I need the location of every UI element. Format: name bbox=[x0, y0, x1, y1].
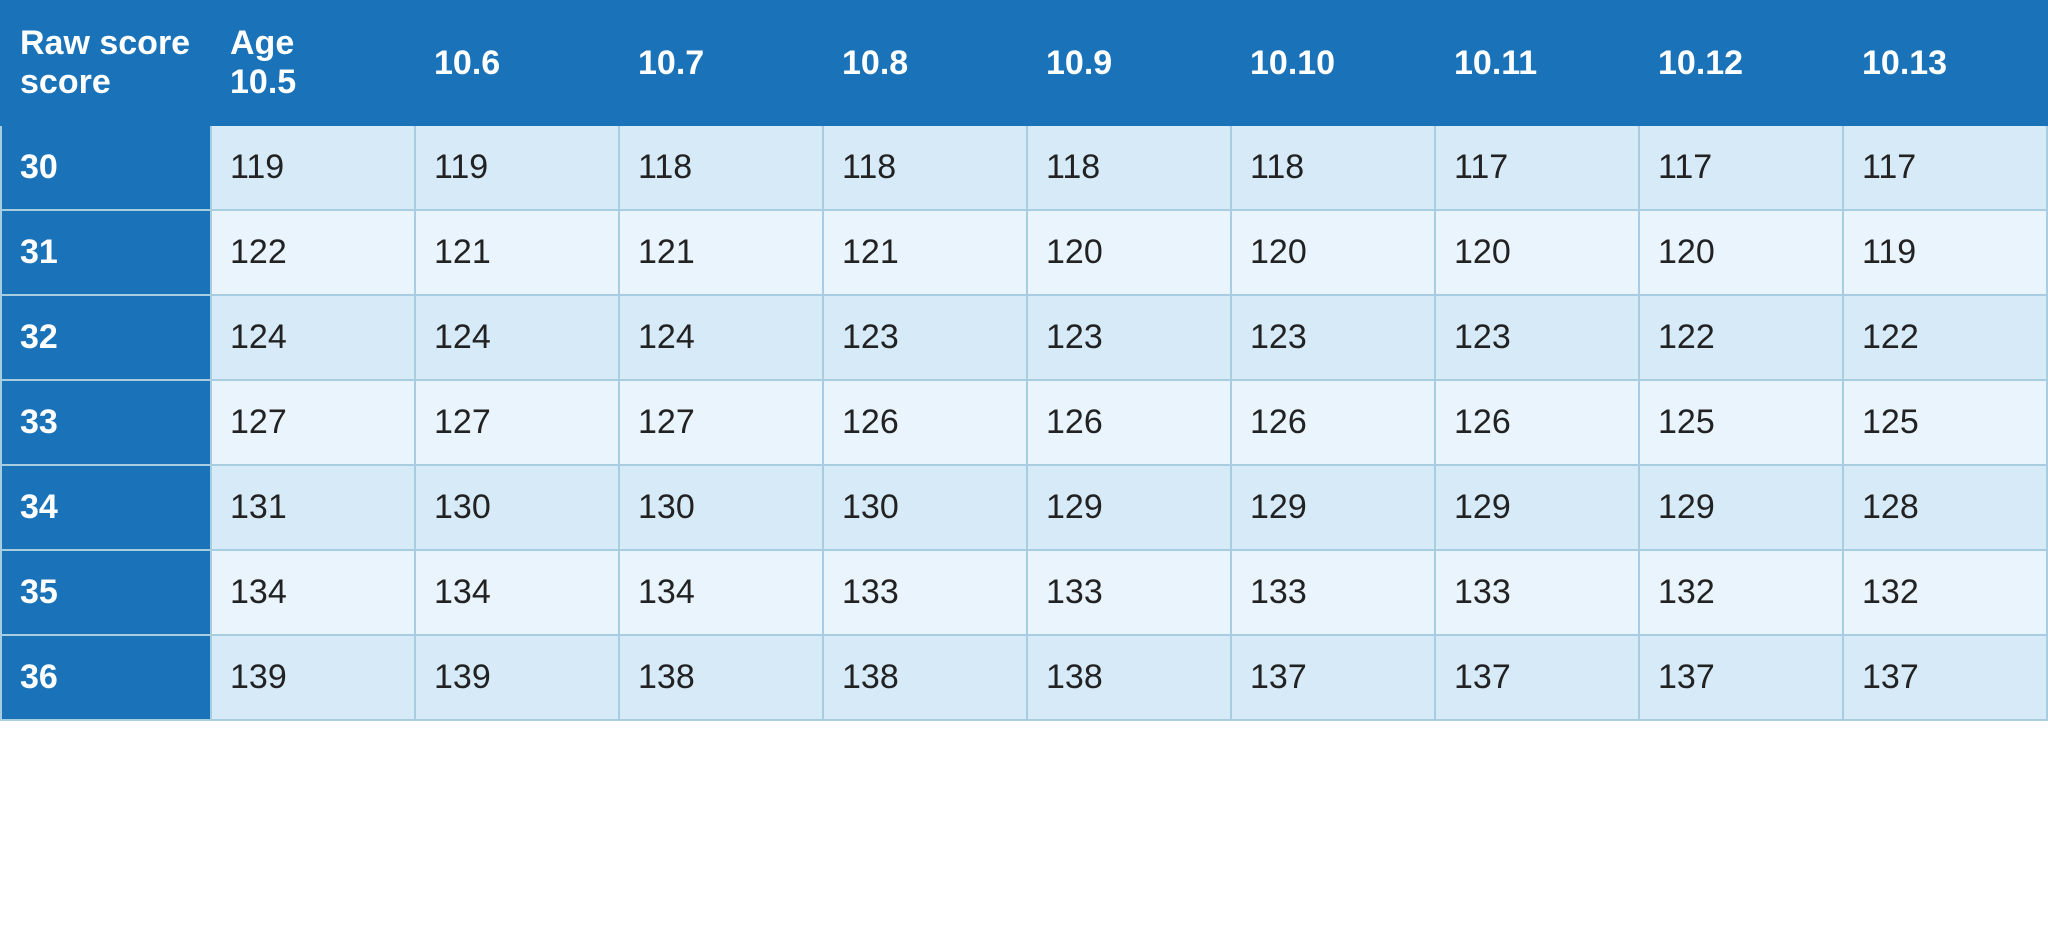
table-cell: 134 bbox=[619, 550, 823, 635]
col-header-raw-score: Raw score score bbox=[1, 1, 211, 125]
row-score-cell: 33 bbox=[1, 380, 211, 465]
row-score-cell: 35 bbox=[1, 550, 211, 635]
table-cell: 122 bbox=[211, 210, 415, 295]
col-header-10-11: 10.11 bbox=[1435, 1, 1639, 125]
age-label: Age bbox=[230, 24, 294, 62]
table-cell: 126 bbox=[1231, 380, 1435, 465]
table-cell: 121 bbox=[619, 210, 823, 295]
table-cell: 134 bbox=[415, 550, 619, 635]
row-score-cell: 30 bbox=[1, 125, 211, 210]
table-body: 3011911911811811811811711711731122121121… bbox=[1, 125, 2047, 720]
table-cell: 127 bbox=[211, 380, 415, 465]
age-col-0-val: 10.5 bbox=[230, 63, 296, 101]
col-header-10-6: 10.6 bbox=[415, 1, 619, 125]
table-wrapper: Raw score score Age 10.5 10.6 10.7 10.8 … bbox=[0, 0, 2048, 944]
table-cell: 126 bbox=[823, 380, 1027, 465]
table-cell: 119 bbox=[211, 125, 415, 210]
table-cell: 119 bbox=[415, 125, 619, 210]
table-row: 36139139138138138137137137137 bbox=[1, 635, 2047, 720]
score-table: Raw score score Age 10.5 10.6 10.7 10.8 … bbox=[0, 0, 2048, 721]
col-header-10-9: 10.9 bbox=[1027, 1, 1231, 125]
table-cell: 120 bbox=[1027, 210, 1231, 295]
table-cell: 125 bbox=[1639, 380, 1843, 465]
row-score-cell: 34 bbox=[1, 465, 211, 550]
table-cell: 130 bbox=[619, 465, 823, 550]
table-cell: 123 bbox=[1231, 295, 1435, 380]
table-cell: 123 bbox=[823, 295, 1027, 380]
col-header-10-12: 10.12 bbox=[1639, 1, 1843, 125]
table-cell: 121 bbox=[415, 210, 619, 295]
col-header-10-10: 10.10 bbox=[1231, 1, 1435, 125]
table-cell: 118 bbox=[619, 125, 823, 210]
table-cell: 132 bbox=[1843, 550, 2047, 635]
table-cell: 137 bbox=[1231, 635, 1435, 720]
table-cell: 133 bbox=[1435, 550, 1639, 635]
table-cell: 128 bbox=[1843, 465, 2047, 550]
table-row: 34131130130130129129129129128 bbox=[1, 465, 2047, 550]
table-cell: 121 bbox=[823, 210, 1027, 295]
table-cell: 120 bbox=[1639, 210, 1843, 295]
table-cell: 126 bbox=[1027, 380, 1231, 465]
col-header-10-13: 10.13 bbox=[1843, 1, 2047, 125]
table-row: 30119119118118118118117117117 bbox=[1, 125, 2047, 210]
table-cell: 118 bbox=[1027, 125, 1231, 210]
table-cell: 124 bbox=[415, 295, 619, 380]
table-row: 31122121121121120120120120119 bbox=[1, 210, 2047, 295]
table-cell: 125 bbox=[1843, 380, 2047, 465]
table-cell: 130 bbox=[823, 465, 1027, 550]
table-row: 33127127127126126126126125125 bbox=[1, 380, 2047, 465]
table-cell: 129 bbox=[1231, 465, 1435, 550]
table-cell: 127 bbox=[415, 380, 619, 465]
table-cell: 133 bbox=[1231, 550, 1435, 635]
row-score-cell: 31 bbox=[1, 210, 211, 295]
table-cell: 130 bbox=[415, 465, 619, 550]
table-cell: 123 bbox=[1027, 295, 1231, 380]
col-header-age: Age 10.5 bbox=[211, 1, 415, 125]
table-cell: 129 bbox=[1027, 465, 1231, 550]
col-header-10-7: 10.7 bbox=[619, 1, 823, 125]
raw-score-line2: score bbox=[20, 63, 111, 101]
table-cell: 139 bbox=[211, 635, 415, 720]
table-cell: 137 bbox=[1843, 635, 2047, 720]
table-cell: 133 bbox=[823, 550, 1027, 635]
table-cell: 139 bbox=[415, 635, 619, 720]
table-cell: 124 bbox=[619, 295, 823, 380]
table-cell: 120 bbox=[1231, 210, 1435, 295]
table-cell: 131 bbox=[211, 465, 415, 550]
table-cell: 122 bbox=[1843, 295, 2047, 380]
row-score-cell: 32 bbox=[1, 295, 211, 380]
table-cell: 129 bbox=[1435, 465, 1639, 550]
table-cell: 122 bbox=[1639, 295, 1843, 380]
table-cell: 137 bbox=[1639, 635, 1843, 720]
table-cell: 120 bbox=[1435, 210, 1639, 295]
table-cell: 137 bbox=[1435, 635, 1639, 720]
table-cell: 124 bbox=[211, 295, 415, 380]
table-cell: 118 bbox=[823, 125, 1027, 210]
table-cell: 138 bbox=[619, 635, 823, 720]
header-row: Raw score score Age 10.5 10.6 10.7 10.8 … bbox=[1, 1, 2047, 125]
table-cell: 138 bbox=[1027, 635, 1231, 720]
table-cell: 117 bbox=[1435, 125, 1639, 210]
table-cell: 138 bbox=[823, 635, 1027, 720]
table-cell: 132 bbox=[1639, 550, 1843, 635]
table-cell: 129 bbox=[1639, 465, 1843, 550]
table-cell: 133 bbox=[1027, 550, 1231, 635]
table-cell: 127 bbox=[619, 380, 823, 465]
raw-score-line1: Raw score bbox=[20, 24, 190, 62]
table-cell: 123 bbox=[1435, 295, 1639, 380]
row-score-cell: 36 bbox=[1, 635, 211, 720]
table-cell: 126 bbox=[1435, 380, 1639, 465]
table-cell: 119 bbox=[1843, 210, 2047, 295]
table-cell: 118 bbox=[1231, 125, 1435, 210]
table-cell: 134 bbox=[211, 550, 415, 635]
table-cell: 117 bbox=[1639, 125, 1843, 210]
col-header-10-8: 10.8 bbox=[823, 1, 1027, 125]
table-row: 32124124124123123123123122122 bbox=[1, 295, 2047, 380]
table-cell: 117 bbox=[1843, 125, 2047, 210]
table-row: 35134134134133133133133132132 bbox=[1, 550, 2047, 635]
